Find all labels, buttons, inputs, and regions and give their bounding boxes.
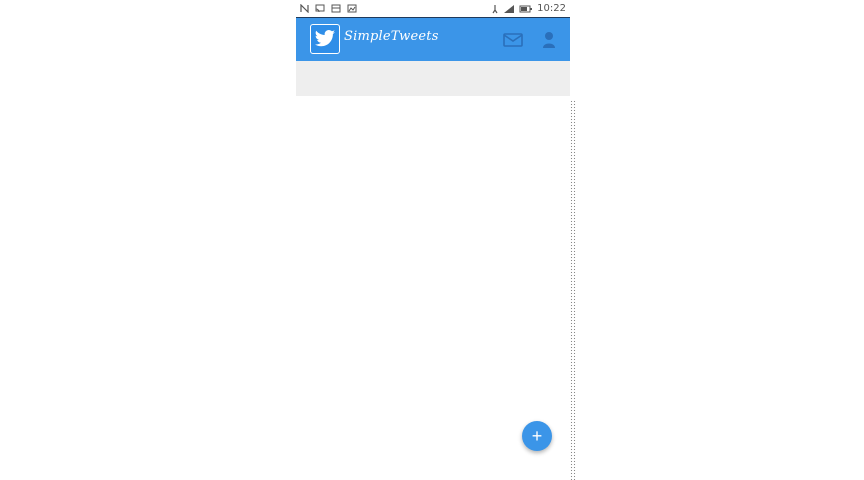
alarm-icon xyxy=(491,0,499,17)
nfc-icon xyxy=(300,0,309,17)
gallery-icon xyxy=(347,0,357,17)
tab-strip[interactable] xyxy=(296,61,570,96)
profile-icon[interactable] xyxy=(538,29,560,51)
add-icon: + xyxy=(531,426,543,446)
status-left-icons xyxy=(300,0,357,17)
app-title: SimpleTweets xyxy=(344,29,439,44)
scroll-edge xyxy=(570,100,576,480)
signal-icon xyxy=(503,0,515,17)
battery-icon xyxy=(519,0,533,17)
status-time: 10:22 xyxy=(537,3,566,14)
phone-screen: 10:22 SimpleTweets + xyxy=(296,0,570,480)
cast-icon xyxy=(315,0,325,17)
screenshot-icon xyxy=(331,0,341,17)
status-bar: 10:22 xyxy=(296,0,570,17)
compose-tweet-fab[interactable]: + xyxy=(522,421,552,451)
twitter-bird-icon[interactable] xyxy=(310,24,340,54)
status-right-icons: 10:22 xyxy=(491,0,566,17)
compose-icon[interactable] xyxy=(502,29,524,51)
app-bar: SimpleTweets xyxy=(296,17,570,61)
tweet-timeline[interactable]: + xyxy=(296,96,570,480)
